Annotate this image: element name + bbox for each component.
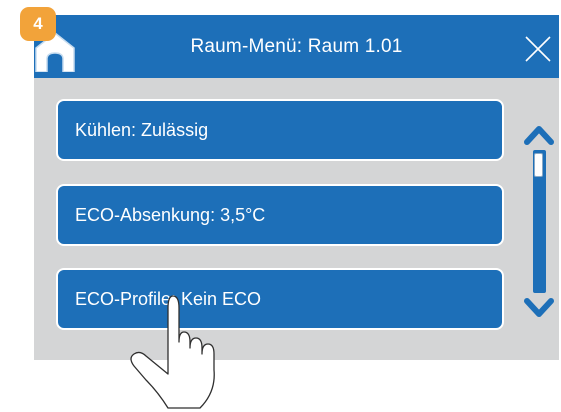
header-bar: Raum-Menü: Raum 1.01 xyxy=(34,15,559,78)
close-icon[interactable] xyxy=(525,36,551,62)
room-menu-screen: Raum-Menü: Raum 1.01 Kühlen: Zulässig EC… xyxy=(34,15,559,360)
menu-item-label: ECO-Absenkung: 3,5°C xyxy=(75,204,266,225)
chevron-up-icon[interactable] xyxy=(524,123,554,145)
scrollbar[interactable] xyxy=(533,150,546,293)
page-title: Raum-Menü: Raum 1.01 xyxy=(190,35,403,57)
menu-item-label: Kühlen: Zulässig xyxy=(75,119,209,140)
chevron-down-icon[interactable] xyxy=(524,298,554,320)
scrollbar-thumb[interactable] xyxy=(534,153,543,177)
menu-item-eco-reduction[interactable]: ECO-Absenkung: 3,5°C xyxy=(56,184,504,246)
menu-item-eco-profile[interactable]: ECO-Profile: Kein ECO xyxy=(56,268,504,330)
pointing-hand-icon xyxy=(130,295,215,409)
menu-item-cooling[interactable]: Kühlen: Zulässig xyxy=(56,99,504,161)
step-number-badge: 4 xyxy=(20,7,56,41)
